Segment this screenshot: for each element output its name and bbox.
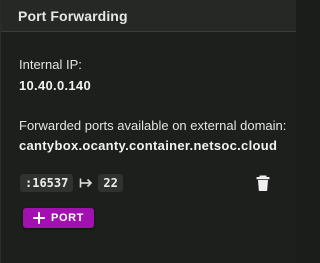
add-port-button-label: PORT [51,212,84,224]
external-port-chip: :16537 [20,174,74,192]
external-domain-label: Forwarded ports available on external do… [19,118,287,133]
trash-icon[interactable] [256,175,270,191]
internal-ip-value: 10.40.0.140 [19,78,91,93]
port-mapping-row: :16537 22 [20,173,278,193]
mapsto-arrow-icon [79,176,93,190]
panel-title: Port Forwarding [18,7,128,24]
internal-port-chip: 22 [98,174,123,192]
external-domain-value: cantybox.ocanty.container.netsoc.cloud [19,138,278,153]
add-port-button[interactable]: PORT [23,208,94,228]
internal-ip-label: Internal IP: [19,57,82,72]
plus-icon [33,212,46,224]
port-forwarding-panel: Port Forwarding Internal IP: 10.40.0.140… [0,0,296,263]
panel-header: Port Forwarding [1,0,296,32]
